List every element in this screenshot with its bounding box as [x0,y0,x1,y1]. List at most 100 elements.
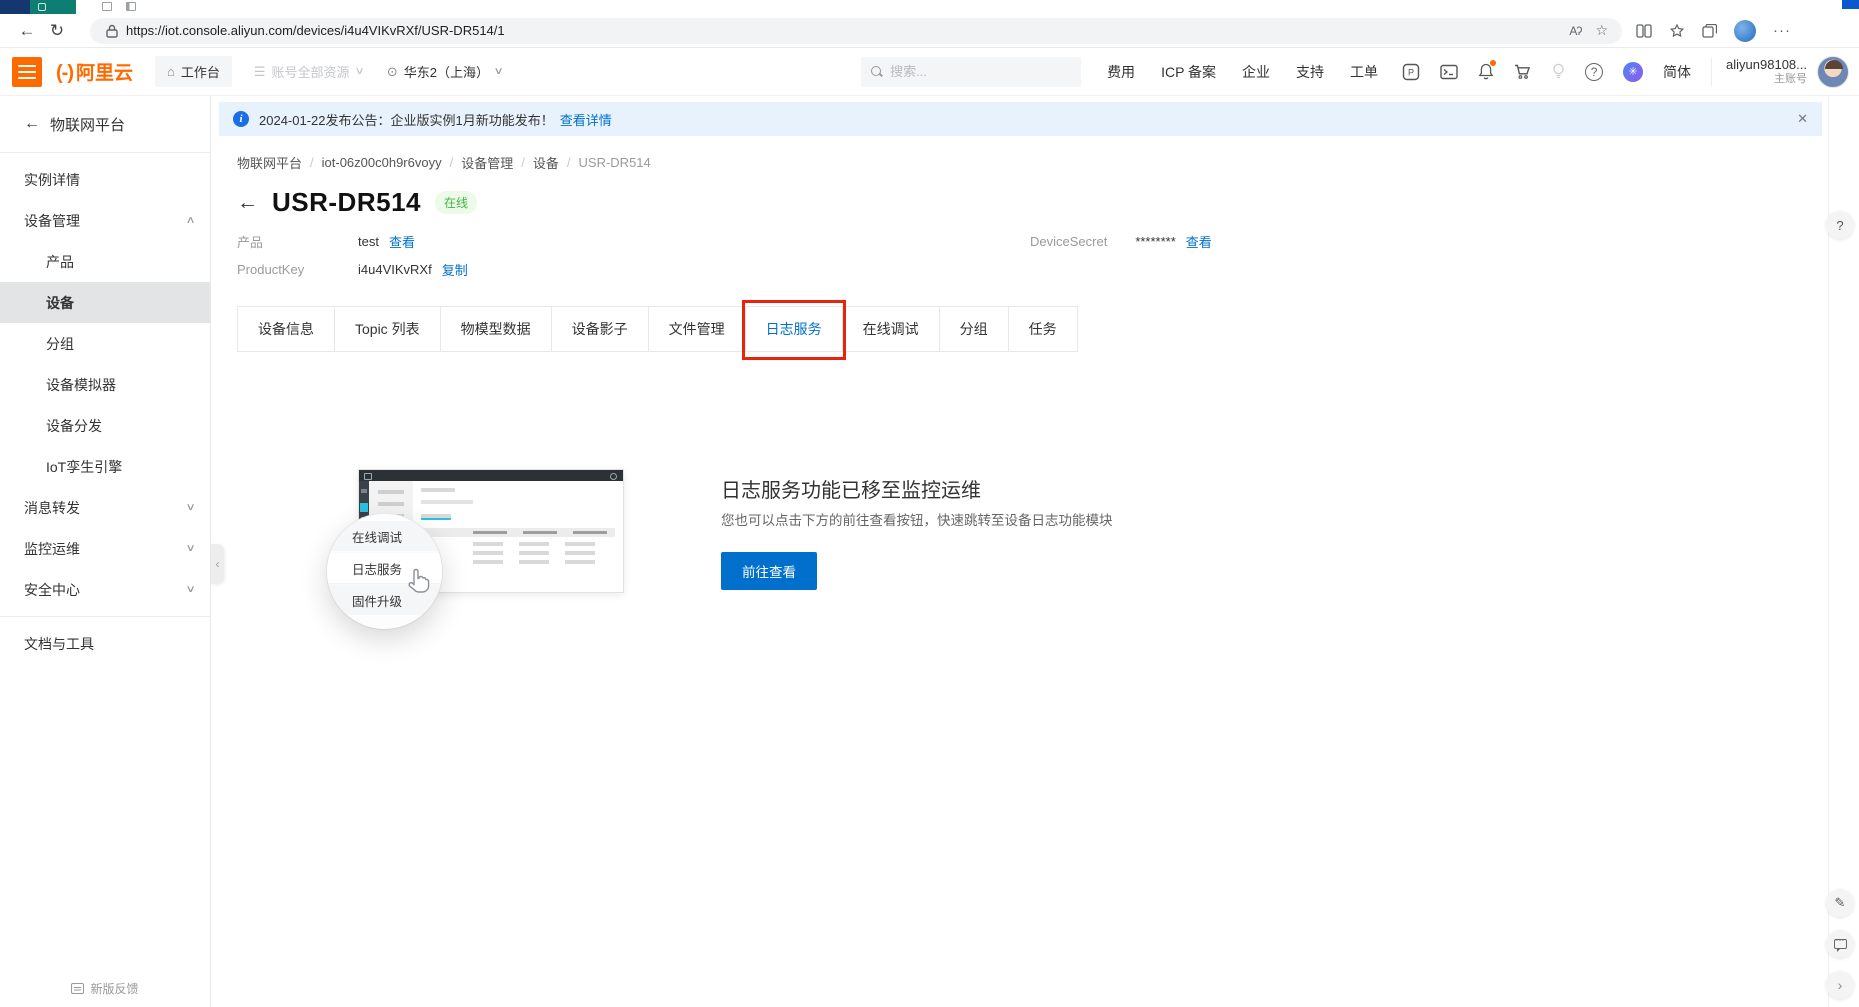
sidebar-item-docs-tools[interactable]: 文档与工具 [0,623,210,664]
sidebar-item-label: 安全中心 [24,580,80,600]
tab-device-info[interactable]: 设备信息 [238,307,335,351]
breadcrumb-separator: / [310,155,314,170]
product-view-link[interactable]: 查看 [389,232,415,251]
user-avatar[interactable] [1817,56,1849,88]
browser-more-icon[interactable]: ··· [1773,22,1791,39]
nav-icp[interactable]: ICP 备案 [1161,62,1216,82]
tab-log-service[interactable]: 日志服务 [746,307,843,351]
tabbar-icon [126,2,136,11]
resources-label: 账号全部资源 [272,62,350,81]
chevron-down-icon: ∨ [185,584,195,595]
workbench-button[interactable]: ⌂ 工作台 [155,56,232,87]
accessibility-icon[interactable]: ✳ [1623,62,1643,82]
sidebar-item-label: 设备管理 [24,211,80,231]
divider [0,616,210,617]
url-text[interactable]: https://iot.console.aliyun.com/devices/i… [126,23,1569,38]
cart-icon[interactable] [1514,64,1532,80]
banner-detail-link[interactable]: 查看详情 [560,110,612,129]
tab-topic-list[interactable]: Topic 列表 [335,307,441,351]
main-content: i 2024-01-22发布公告：企业版实例1月新功能发布！ 查看详情 ✕ 物联… [211,96,1859,1007]
device-name-title: USR-DR514 [272,187,421,218]
edit-float-button[interactable]: ✎ [1826,889,1854,917]
sidebar-item-message-forwarding[interactable]: 消息转发∨ [0,487,210,528]
sidebar-item-device[interactable]: 设备 [0,282,210,323]
sidebar-item-instance-detail[interactable]: 实例详情 [0,159,210,200]
workbench-label: 工作台 [181,62,220,81]
tab-online-debug[interactable]: 在线调试 [843,307,940,351]
tab-device-shadow[interactable]: 设备影子 [552,307,649,351]
address-bar[interactable]: https://iot.console.aliyun.com/devices/i… [90,18,1622,44]
tab-task[interactable]: 任务 [1009,307,1077,351]
feedback-icon [71,983,84,994]
moved-notice-heading: 日志服务功能已移至监控运维 [721,474,981,503]
help-icon[interactable]: ? [1585,63,1603,81]
help-float-button[interactable]: ? [1826,211,1854,239]
breadcrumb-item[interactable]: 设备 [533,153,559,172]
browser-back-icon[interactable]: ← [12,21,42,41]
page-back-arrow[interactable]: ← [237,192,258,213]
account-menu[interactable]: aliyun98108... 主账号 [1726,56,1849,88]
nav-enterprise[interactable]: 企业 [1242,62,1270,82]
region-select[interactable]: ⊙ 华东2（上海） ∨ [387,62,502,81]
account-resources-select[interactable]: ☰ 账号全部资源 ∨ [254,62,363,81]
api-icon[interactable]: P [1402,63,1420,81]
page: ← ↻ https://iot.console.aliyun.com/devic… [0,0,1859,1007]
nav-ticket[interactable]: 工单 [1350,62,1378,82]
sidebar: ← 物联网平台 实例详情 设备管理∧ 产品 设备 分组 设备模拟器 设备分发 I… [0,96,211,1007]
language-toggle[interactable]: 简体 [1663,62,1691,82]
collections-icon[interactable] [1702,24,1717,38]
banner-text: 2024-01-22发布公告：企业版实例1月新功能发布！ [259,110,554,129]
sidebar-item-iot-twin-engine[interactable]: IoT孪生引擎 [0,446,210,487]
productkey-copy-link[interactable]: 复制 [442,260,468,279]
close-icon[interactable]: ✕ [1797,111,1808,127]
go-view-button[interactable]: 前往查看 [721,552,817,590]
illu-menu-online-debug: 在线调试 [327,521,442,551]
aliyun-logo-text: 阿里云 [76,58,133,85]
read-aloud-icon[interactable]: Aʔ [1569,24,1581,38]
sidebar-item-product[interactable]: 产品 [0,241,210,282]
favorites-icon[interactable] [1669,24,1685,38]
breadcrumb-item[interactable]: 物联网平台 [237,153,302,172]
notifications-bell-icon[interactable] [1478,63,1494,80]
sidebar-collapse-handle[interactable]: ‹ [211,544,224,584]
home-icon: ⌂ [167,64,175,79]
sidebar-back-header[interactable]: ← 物联网平台 [0,96,210,153]
devicesecret-view-link[interactable]: 查看 [1186,232,1212,251]
breadcrumb-current: USR-DR514 [579,155,651,170]
global-search[interactable] [861,57,1081,87]
search-input[interactable] [890,64,1071,79]
chat-bubble-icon [1834,939,1847,949]
sidebar-item-security-center[interactable]: 安全中心 ∨ [0,569,210,610]
browser-refresh-icon[interactable]: ↻ [42,21,72,41]
breadcrumb-item[interactable]: 设备管理 [461,153,513,172]
sidebar-item-device-simulator[interactable]: 设备模拟器 [0,364,210,405]
aliyun-logo[interactable]: (-) 阿里云 [56,58,133,85]
tab-fragment-teal [30,0,76,14]
tab-file-management[interactable]: 文件管理 [649,307,746,351]
lightbulb-icon[interactable] [1552,63,1565,80]
sidebar-item-monitoring-ops[interactable]: 监控运维∨ [0,528,210,569]
expand-right-button[interactable]: › [1826,971,1854,999]
nav-fee[interactable]: 费用 [1107,62,1135,82]
sidebar-item-device-distribution[interactable]: 设备分发 [0,405,210,446]
feedback-button[interactable]: 新版反馈 [0,980,210,997]
hand-cursor-icon [405,567,431,600]
nav-support[interactable]: 支持 [1296,62,1324,82]
split-screen-icon[interactable] [1636,24,1652,38]
tab-group[interactable]: 分组 [940,307,1009,351]
tab-thing-model-data[interactable]: 物模型数据 [441,307,552,351]
hamburger-menu-icon[interactable] [12,57,42,87]
feedback-chat-button[interactable] [1826,930,1854,958]
chevron-down-icon: ∨ [354,66,364,77]
breadcrumb-item[interactable]: iot-06z00c0h9r6voyy [322,155,442,170]
sidebar-item-group[interactable]: 分组 [0,323,210,364]
sidebar-item-device-management[interactable]: 设备管理∧ [0,200,210,241]
bookmark-star-icon[interactable]: ☆ [1595,22,1608,39]
browser-profile-avatar[interactable] [1734,20,1756,42]
device-tabs: 设备信息 Topic 列表 物模型数据 设备影子 文件管理 日志服务 在线调试 … [237,306,1078,352]
placeholder-table-head [421,528,615,537]
terminal-icon[interactable] [1440,64,1458,80]
sidebar-item-label: 分组 [46,334,74,354]
mock-content [413,481,623,593]
devicesecret-value: ******** [1135,234,1175,249]
